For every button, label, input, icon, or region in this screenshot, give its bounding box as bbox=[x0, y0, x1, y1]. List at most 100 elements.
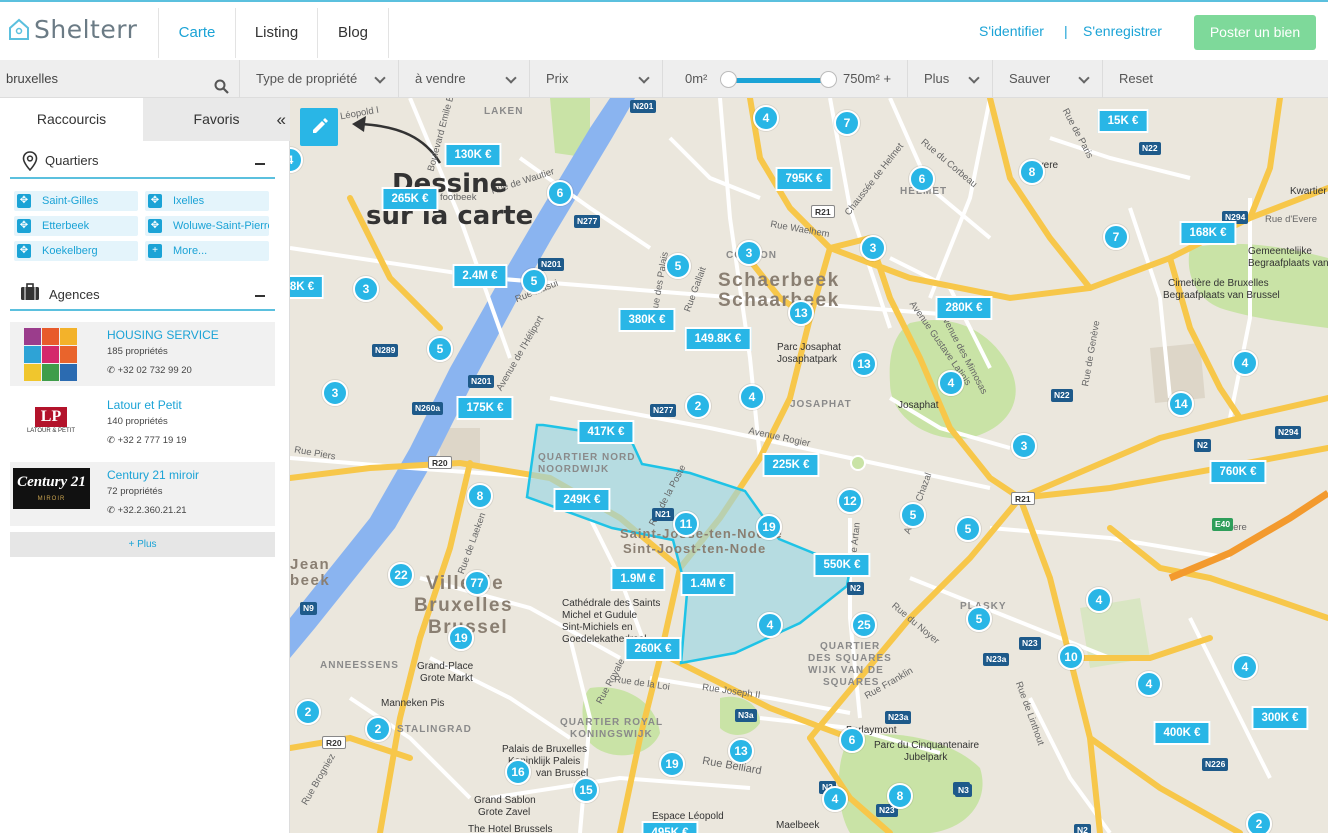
price-marker[interactable]: 417K € bbox=[577, 420, 635, 444]
map-canvas[interactable]: LAKEN Schaerbeek Schaarbeek Ville de Bru… bbox=[290, 98, 1328, 833]
property-cluster[interactable]: 5 bbox=[427, 336, 453, 362]
price-marker[interactable]: 380K € bbox=[618, 308, 676, 332]
property-cluster[interactable]: 4 bbox=[1232, 350, 1258, 376]
property-cluster[interactable]: 10 bbox=[1058, 644, 1084, 670]
price-marker[interactable]: 400K € bbox=[1153, 721, 1211, 745]
property-type-select[interactable]: Type de propriété bbox=[240, 60, 399, 98]
price-marker[interactable]: 760K € bbox=[1209, 460, 1267, 484]
price-marker[interactable]: 2.4M € bbox=[452, 264, 508, 288]
neighborhood-chip[interactable]: ✥ Ixelles bbox=[145, 191, 269, 211]
property-cluster[interactable]: 19 bbox=[448, 625, 474, 651]
collapse-sidebar-icon[interactable]: « bbox=[277, 98, 286, 141]
property-cluster[interactable]: 13 bbox=[788, 300, 814, 326]
property-cluster[interactable]: 5 bbox=[966, 606, 992, 632]
property-cluster[interactable]: 4 bbox=[822, 786, 848, 812]
property-cluster[interactable]: 16 bbox=[505, 759, 531, 785]
property-cluster[interactable]: 4 bbox=[1086, 587, 1112, 613]
price-marker[interactable]: 168K € bbox=[1179, 221, 1237, 245]
area-slider-track[interactable] bbox=[727, 78, 829, 83]
price-marker[interactable]: 8K € bbox=[290, 275, 325, 299]
search-input[interactable]: bruxelles bbox=[6, 60, 58, 97]
property-cluster[interactable]: 7 bbox=[834, 110, 860, 136]
property-cluster[interactable]: 4 bbox=[1232, 654, 1258, 680]
agency-card[interactable]: LP LATOUR & PETIT Latour et Petit 140 pr… bbox=[10, 392, 275, 456]
property-cluster[interactable]: 6 bbox=[839, 727, 865, 753]
search-box[interactable]: bruxelles bbox=[0, 60, 240, 98]
property-cluster[interactable]: 14 bbox=[1168, 391, 1194, 417]
more-agencies-button[interactable]: + Plus bbox=[10, 532, 275, 557]
save-select[interactable]: Sauver bbox=[993, 60, 1103, 98]
neighborhoods-header[interactable]: Quartiers bbox=[10, 143, 275, 179]
price-select[interactable]: Prix bbox=[530, 60, 663, 98]
property-cluster[interactable]: 6 bbox=[547, 180, 573, 206]
property-cluster[interactable]: 3 bbox=[353, 276, 379, 302]
transaction-select[interactable]: à vendre bbox=[399, 60, 530, 98]
reset-button[interactable]: Reset bbox=[1103, 60, 1183, 98]
more-neighborhoods-chip[interactable]: + More... bbox=[145, 241, 269, 261]
property-cluster[interactable]: 6 bbox=[909, 166, 935, 192]
price-marker[interactable]: 149.8K € bbox=[684, 327, 752, 351]
property-cluster[interactable]: 13 bbox=[851, 351, 877, 377]
property-cluster[interactable]: 3 bbox=[860, 235, 886, 261]
property-cluster[interactable]: 5 bbox=[900, 502, 926, 528]
price-marker[interactable]: 550K € bbox=[813, 553, 871, 577]
tab-listing[interactable]: Listing bbox=[236, 8, 318, 58]
neighborhood-chip[interactable]: ✥ Etterbeek bbox=[14, 216, 138, 236]
price-marker[interactable]: 300K € bbox=[1251, 706, 1309, 730]
property-cluster[interactable]: 12 bbox=[837, 488, 863, 514]
agency-card[interactable]: Century 21 MIROIR Century 21 miroir 72 p… bbox=[10, 462, 275, 526]
tab-favoris[interactable]: Favoris « bbox=[143, 98, 290, 141]
property-cluster[interactable]: 19 bbox=[659, 751, 685, 777]
area-slider-min-handle[interactable] bbox=[720, 71, 737, 88]
property-cluster[interactable]: 4 bbox=[1136, 671, 1162, 697]
property-cluster[interactable]: 7 bbox=[1103, 224, 1129, 250]
price-marker[interactable]: 175K € bbox=[456, 396, 514, 420]
property-cluster[interactable]: 5 bbox=[521, 268, 547, 294]
property-cluster[interactable]: 4 bbox=[757, 612, 783, 638]
price-marker[interactable]: 260K € bbox=[624, 637, 682, 661]
agency-name[interactable]: Century 21 miroir bbox=[107, 468, 199, 482]
price-marker[interactable]: 795K € bbox=[775, 167, 833, 191]
property-cluster[interactable]: 8 bbox=[1019, 159, 1045, 185]
property-cluster[interactable]: 5 bbox=[665, 253, 691, 279]
draw-on-map-button[interactable] bbox=[300, 108, 338, 146]
collapse-minus-icon[interactable] bbox=[255, 163, 265, 165]
neighborhood-chip[interactable]: ✥ Woluwe-Saint-Pierre bbox=[145, 216, 269, 236]
price-marker[interactable]: 1.4M € bbox=[680, 572, 736, 596]
property-cluster[interactable]: 8 bbox=[467, 483, 493, 509]
post-property-button[interactable]: Poster un bien bbox=[1194, 15, 1316, 50]
property-cluster[interactable]: 22 bbox=[388, 562, 414, 588]
more-filters-select[interactable]: Plus bbox=[908, 60, 993, 98]
property-cluster[interactable]: 5 bbox=[955, 516, 981, 542]
logo[interactable]: Shelterr bbox=[8, 14, 137, 44]
property-cluster[interactable]: 2 bbox=[1246, 811, 1272, 833]
price-marker[interactable]: 249K € bbox=[553, 488, 611, 512]
property-cluster[interactable]: 19 bbox=[756, 514, 782, 540]
property-cluster[interactable]: 13 bbox=[728, 738, 754, 764]
price-marker[interactable]: 265K € bbox=[381, 187, 439, 211]
price-marker[interactable]: 495K € bbox=[641, 821, 699, 833]
tab-blog[interactable]: Blog bbox=[318, 8, 389, 58]
property-cluster[interactable]: 4 bbox=[739, 384, 765, 410]
property-cluster[interactable]: 77 bbox=[464, 570, 490, 596]
price-marker[interactable]: 225K € bbox=[762, 453, 820, 477]
property-cluster[interactable]: 2 bbox=[365, 716, 391, 742]
property-cluster[interactable]: 4 bbox=[938, 370, 964, 396]
property-cluster[interactable]: 4 bbox=[753, 105, 779, 131]
property-cluster[interactable]: 3 bbox=[736, 240, 762, 266]
price-marker[interactable]: 1.9M € bbox=[610, 567, 666, 591]
price-marker[interactable]: 15K € bbox=[1097, 109, 1149, 133]
tab-raccourcis[interactable]: Raccourcis bbox=[0, 98, 143, 141]
collapse-minus-icon[interactable] bbox=[255, 295, 265, 297]
area-slider-max-handle[interactable] bbox=[820, 71, 837, 88]
agencies-header[interactable]: Agences bbox=[10, 275, 275, 311]
property-cluster[interactable]: 3 bbox=[1011, 433, 1037, 459]
property-cluster[interactable]: 8 bbox=[887, 783, 913, 809]
property-cluster[interactable]: 3 bbox=[322, 380, 348, 406]
property-cluster[interactable]: 25 bbox=[851, 612, 877, 638]
login-link[interactable]: S'identifier bbox=[979, 23, 1044, 39]
register-link[interactable]: S'enregistrer bbox=[1083, 23, 1162, 39]
neighborhood-chip[interactable]: ✥ Koekelberg bbox=[14, 241, 138, 261]
neighborhood-chip[interactable]: ✥ Saint-Gilles bbox=[14, 191, 138, 211]
property-cluster[interactable]: 15 bbox=[573, 777, 599, 803]
